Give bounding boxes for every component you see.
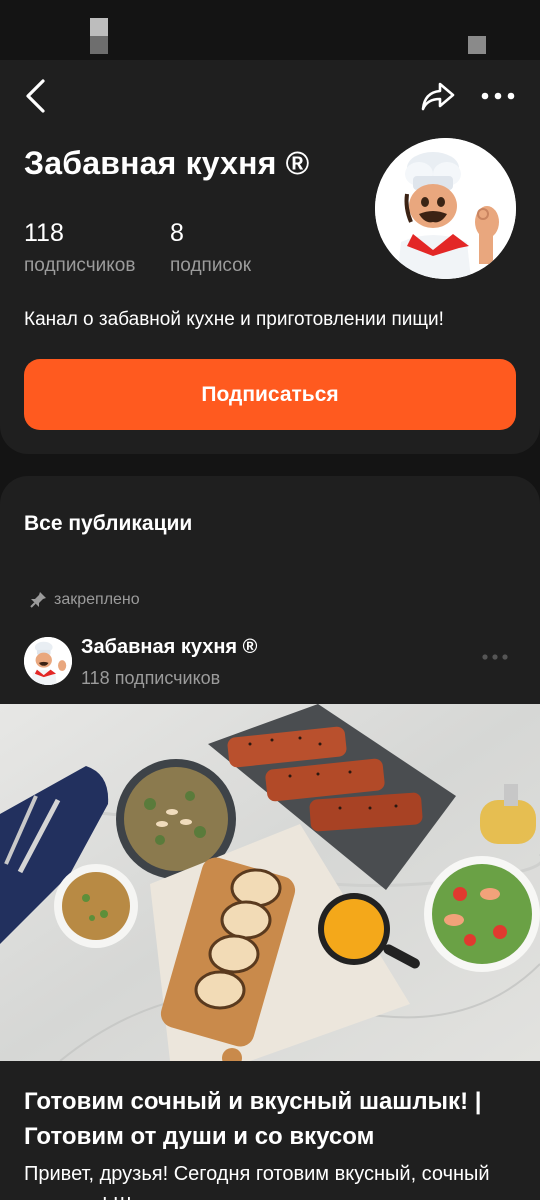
- more-button[interactable]: [478, 82, 518, 110]
- status-icon-right: [468, 36, 486, 54]
- chef-illustration-small: [24, 637, 72, 685]
- status-icon-left: [90, 18, 108, 36]
- subscribe-button[interactable]: Подписаться: [24, 359, 516, 430]
- subscriptions-label: подписок: [170, 255, 252, 276]
- post-author-subscribers: 118 подписчиков: [81, 668, 221, 688]
- more-horizontal-icon: [481, 92, 515, 100]
- post-more-button[interactable]: [481, 652, 509, 662]
- post-author-name[interactable]: Забавная кухня ®: [81, 636, 257, 659]
- post-cover-image[interactable]: [0, 704, 540, 1061]
- subscribers-label: подписчиков: [24, 255, 136, 276]
- back-button[interactable]: [14, 74, 58, 118]
- chef-illustration: [375, 138, 516, 279]
- status-bar: [0, 0, 540, 60]
- chevron-left-icon: [26, 79, 45, 113]
- share-button[interactable]: [416, 76, 460, 116]
- channel-avatar[interactable]: [375, 138, 516, 279]
- channel-title: Забавная кухня ®: [24, 145, 310, 181]
- pin-icon: [30, 592, 46, 608]
- channel-description: Канал о забавной кухне и приготовлении п…: [24, 309, 444, 330]
- subscriptions-count: 8: [170, 219, 184, 247]
- more-horizontal-icon: [482, 654, 508, 660]
- post-title[interactable]: Готовим сочный и вкусный шашлык! | Готов…: [24, 1084, 519, 1154]
- publications-feed: Все публикации закреплено Забавная кухня…: [0, 476, 540, 1200]
- section-title: Все публикации: [24, 512, 193, 535]
- status-icon-left-lower: [90, 36, 108, 54]
- pinned-label: закреплено: [54, 591, 140, 608]
- subscribers-count: 118: [24, 219, 64, 247]
- post-author-avatar[interactable]: [24, 637, 72, 685]
- pinned-indicator: закреплено: [28, 590, 140, 610]
- post-excerpt: Привет, друзья! Сегодня готовим вкусный,…: [24, 1163, 490, 1200]
- share-arrow-icon: [421, 82, 455, 111]
